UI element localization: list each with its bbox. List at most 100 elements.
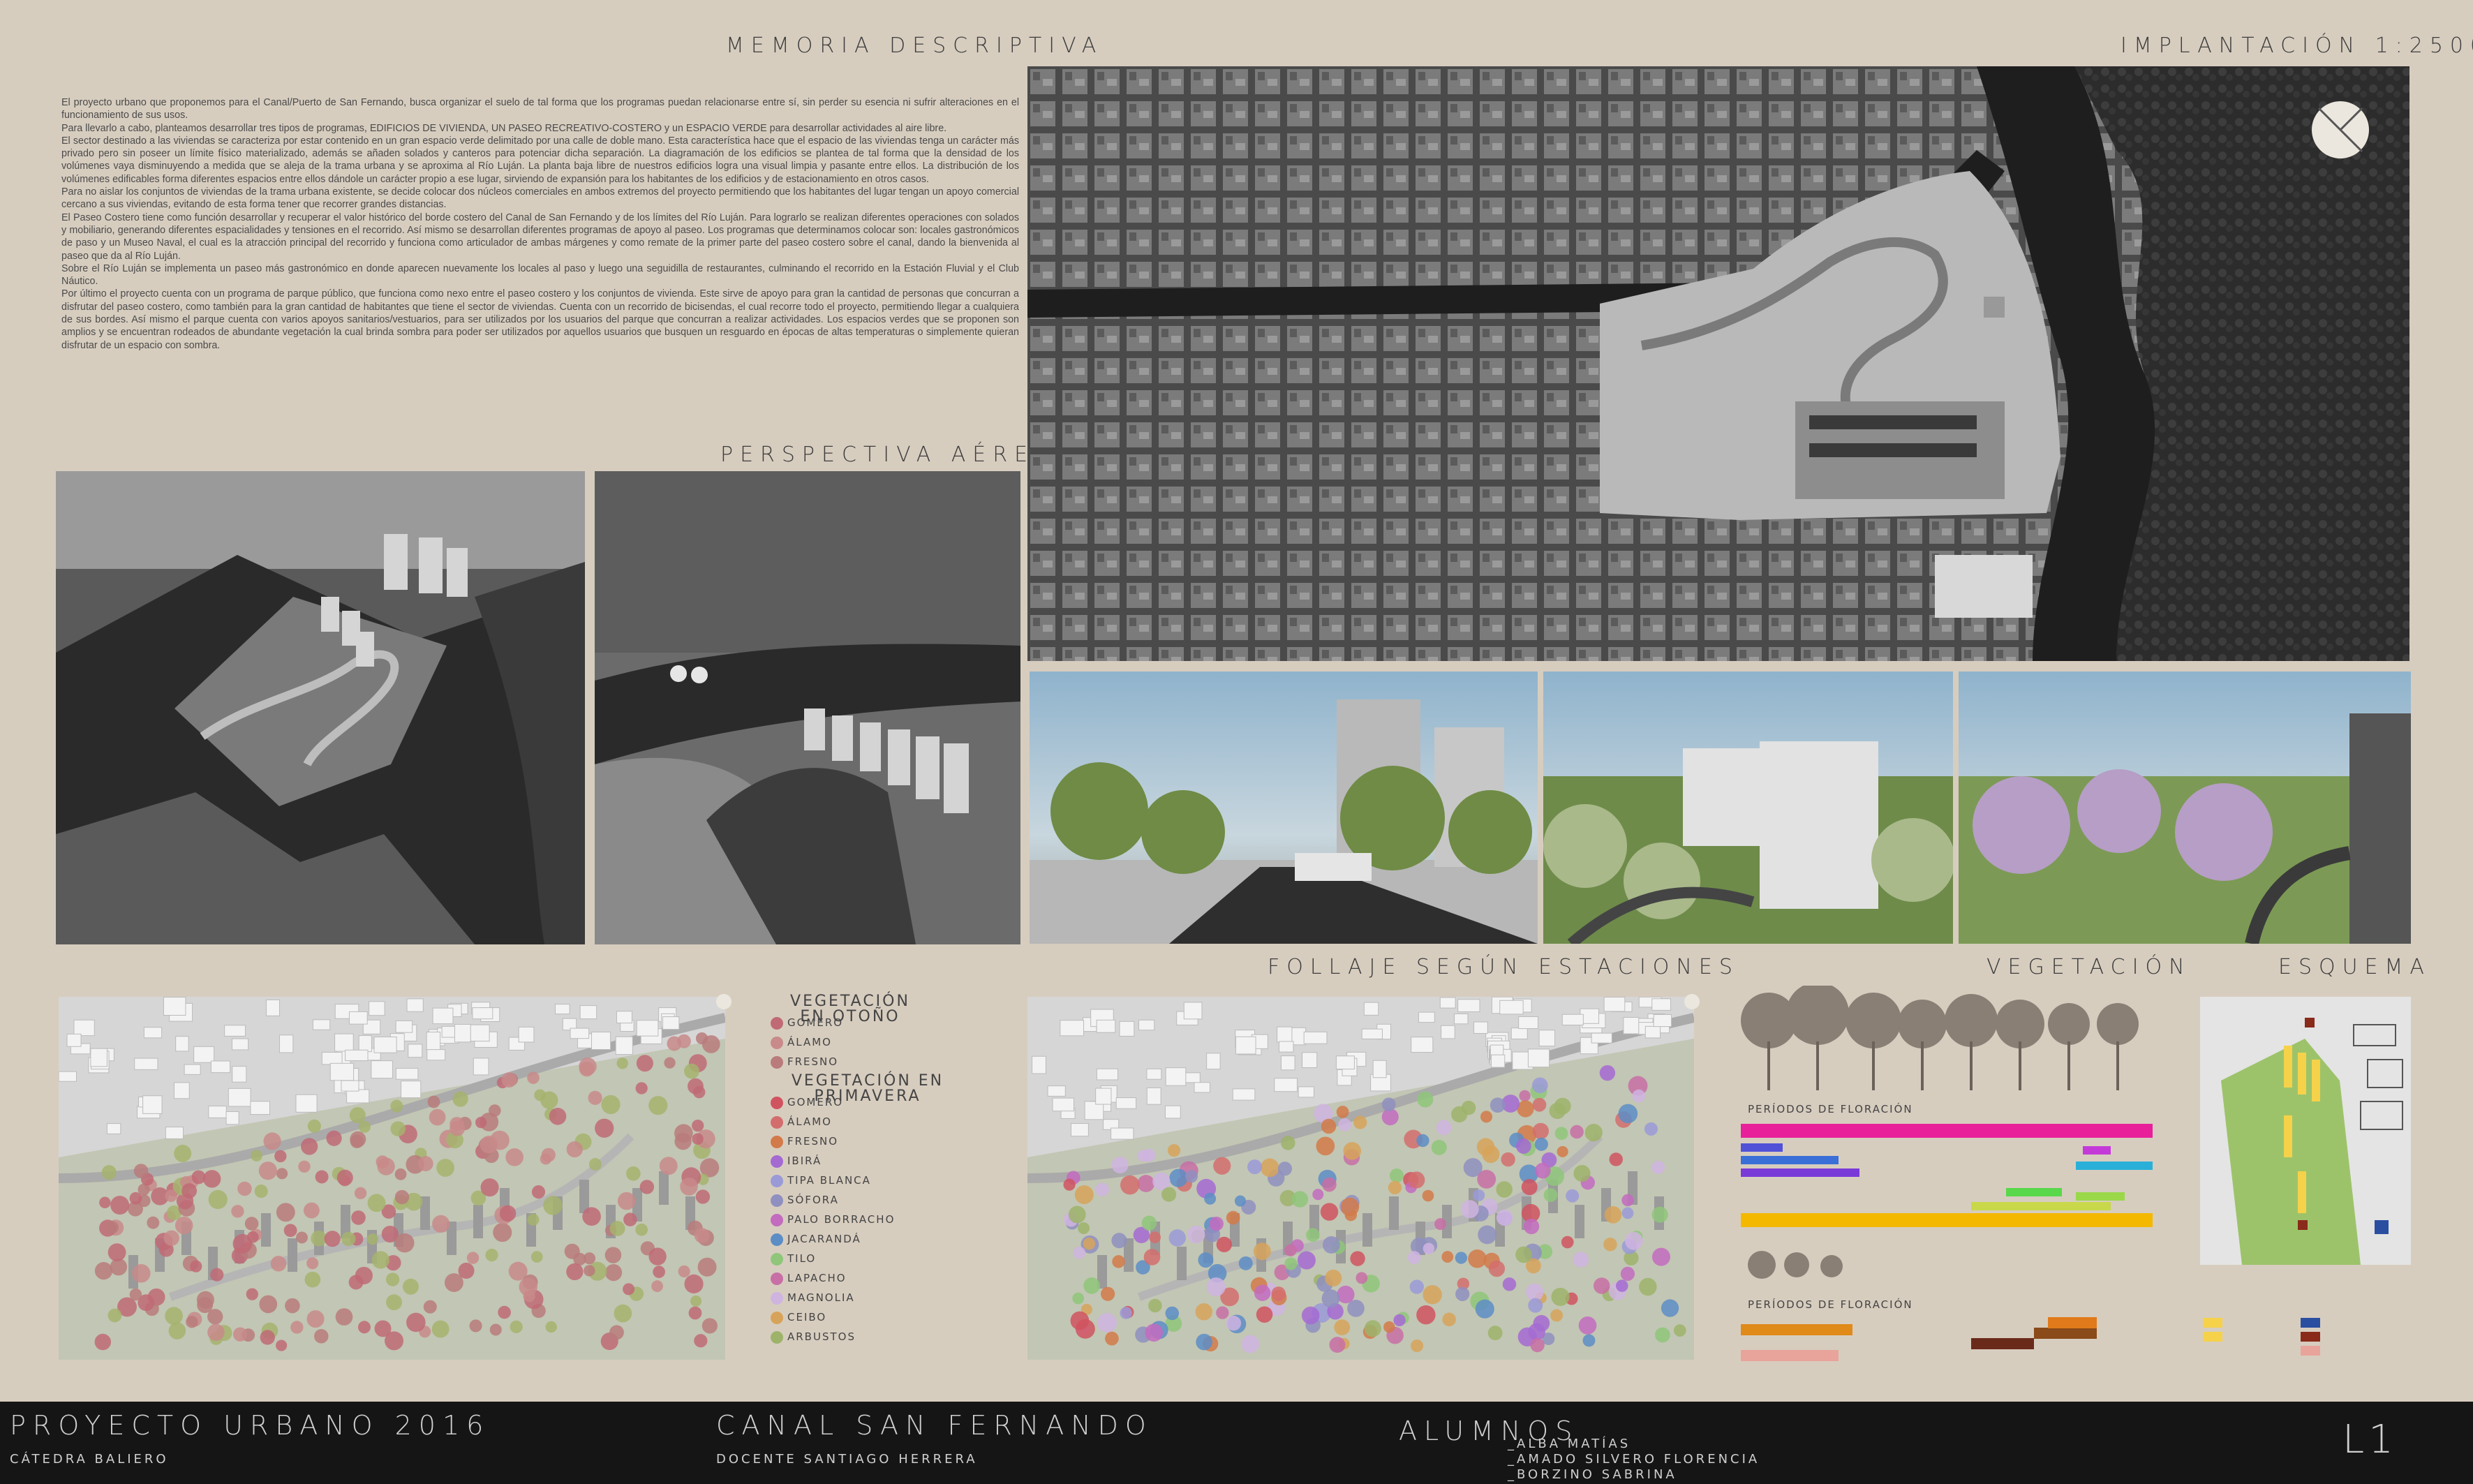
tree-icon xyxy=(296,1231,308,1244)
tree-icon xyxy=(244,1217,259,1231)
tree-icon xyxy=(1195,1303,1213,1321)
tree-icon xyxy=(276,1168,288,1180)
tree-icon xyxy=(367,1194,386,1212)
tree-icon xyxy=(1573,1252,1589,1268)
city-block xyxy=(184,1064,201,1075)
tree-icon xyxy=(545,1321,557,1333)
tree-icon xyxy=(595,1118,614,1138)
tree-icon xyxy=(648,1096,668,1115)
housing-block xyxy=(659,1171,669,1205)
city-block xyxy=(143,1027,163,1039)
legend-item: MAGNOLIA xyxy=(771,1291,855,1305)
tree-icon xyxy=(510,1320,523,1333)
city-block xyxy=(371,1060,393,1079)
tree-icon xyxy=(386,1294,402,1311)
tree-icon xyxy=(543,1196,563,1215)
tree-icon xyxy=(1651,1247,1670,1266)
tree-swatch-icon xyxy=(771,1213,783,1226)
tree-icon xyxy=(1161,1187,1177,1202)
city-block xyxy=(1206,1053,1221,1070)
tree-icon xyxy=(1515,1246,1532,1263)
tree-icon xyxy=(129,1192,142,1205)
north-icon-plan2 xyxy=(1684,994,1700,1009)
tree-icon xyxy=(604,1263,623,1282)
city-block xyxy=(312,1019,331,1030)
tree-icon xyxy=(315,1170,329,1184)
tree-icon xyxy=(475,1116,487,1129)
city-block xyxy=(345,1049,369,1062)
tree-icon xyxy=(1168,1229,1186,1247)
tree-icon xyxy=(1226,1210,1240,1225)
tree-icon xyxy=(174,1144,192,1162)
tree-icon xyxy=(147,1216,160,1229)
legend-item: PALO BORRACHO xyxy=(771,1213,895,1226)
tree-icon xyxy=(1655,1327,1670,1343)
tree-icon xyxy=(246,1288,258,1300)
tree-icon xyxy=(1204,1192,1217,1205)
tree-icon xyxy=(1350,1251,1365,1266)
legend-item-label: SÓFORA xyxy=(787,1194,839,1206)
tree-swatch-icon xyxy=(771,1330,783,1344)
tree-icon xyxy=(394,1189,410,1205)
tree-icon xyxy=(1101,1286,1115,1301)
tree-icon xyxy=(1216,1236,1232,1253)
memoria-paragraph: El proyecto urbano que proponemos para e… xyxy=(61,97,1019,121)
city-block xyxy=(1361,1028,1383,1039)
city-block xyxy=(369,1001,385,1016)
city-block xyxy=(1095,1088,1112,1105)
tree-icon xyxy=(688,1078,704,1095)
tree-icon xyxy=(394,1233,415,1253)
tree-icon xyxy=(684,1274,704,1293)
legend-item: SÓFORA xyxy=(771,1194,839,1207)
tree-icon xyxy=(335,1308,353,1326)
legend-item: TILO xyxy=(771,1252,816,1266)
city-block xyxy=(1527,1048,1550,1068)
title-vegetacion: VEGETACIÓN xyxy=(1986,955,2192,979)
tree-icon xyxy=(132,1263,151,1283)
tree-swatch-icon xyxy=(771,1016,783,1030)
city-block xyxy=(1298,1086,1314,1098)
tree-icon xyxy=(191,1170,206,1185)
tree-swatch-icon xyxy=(771,1115,783,1129)
tree-icon xyxy=(1434,1218,1447,1231)
tree-icon xyxy=(1616,1279,1628,1292)
tree-icon xyxy=(1570,1125,1584,1139)
tree-icon xyxy=(1277,1162,1293,1176)
legend-item-label: IBIRÁ xyxy=(787,1155,822,1167)
city-block xyxy=(208,1106,227,1118)
tree-icon xyxy=(519,1277,537,1296)
tree-icon xyxy=(566,1141,583,1158)
tree-icon xyxy=(694,1334,708,1348)
render-park-view-2 xyxy=(1959,671,2411,944)
tree-icon xyxy=(385,1272,400,1286)
tree-icon xyxy=(190,1260,202,1272)
city-block xyxy=(225,1111,239,1125)
tree-icon xyxy=(1145,1323,1163,1342)
tree-icon xyxy=(186,1316,198,1328)
tree-icon xyxy=(684,1063,699,1079)
tree-icon xyxy=(1473,1189,1485,1201)
tree-icon xyxy=(1521,1179,1538,1196)
tree-icon xyxy=(417,1156,433,1171)
implantacion-map-svg xyxy=(1027,66,2409,661)
tree-icon xyxy=(1442,1312,1456,1327)
tree-icon xyxy=(667,1036,682,1051)
housing-block xyxy=(1389,1196,1399,1230)
tree-icon xyxy=(1347,1300,1365,1317)
city-block xyxy=(1232,1088,1256,1101)
legend-item-label: LAPACHO xyxy=(787,1272,847,1284)
tree-icon xyxy=(635,1082,648,1095)
tree-icon xyxy=(1528,1298,1543,1313)
tree-icon xyxy=(304,1271,321,1288)
tree-icon xyxy=(350,1134,364,1148)
tree-icon xyxy=(1234,1195,1247,1207)
city-block xyxy=(636,1020,659,1037)
tree-icon xyxy=(1416,1134,1429,1148)
city-block xyxy=(1303,1031,1328,1044)
tree-icon xyxy=(1083,1277,1100,1294)
tree-icon xyxy=(1603,1238,1617,1252)
tree-icon xyxy=(616,1058,628,1069)
tree-icon xyxy=(436,1159,454,1177)
memoria-paragraph: Sobre el Río Luján se implementa un pase… xyxy=(61,262,1019,288)
city-block xyxy=(1138,1019,1155,1031)
